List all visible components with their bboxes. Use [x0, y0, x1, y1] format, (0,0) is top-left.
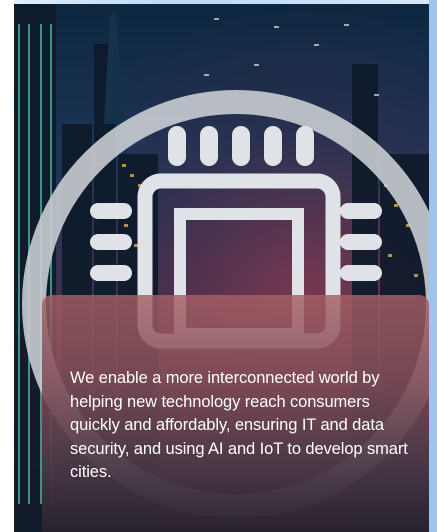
right-border [429, 0, 437, 532]
left-margin [0, 0, 14, 532]
card-description: We enable a more interconnected world by… [70, 369, 408, 481]
hero-section: We enable a more interconnected world by… [0, 0, 437, 532]
